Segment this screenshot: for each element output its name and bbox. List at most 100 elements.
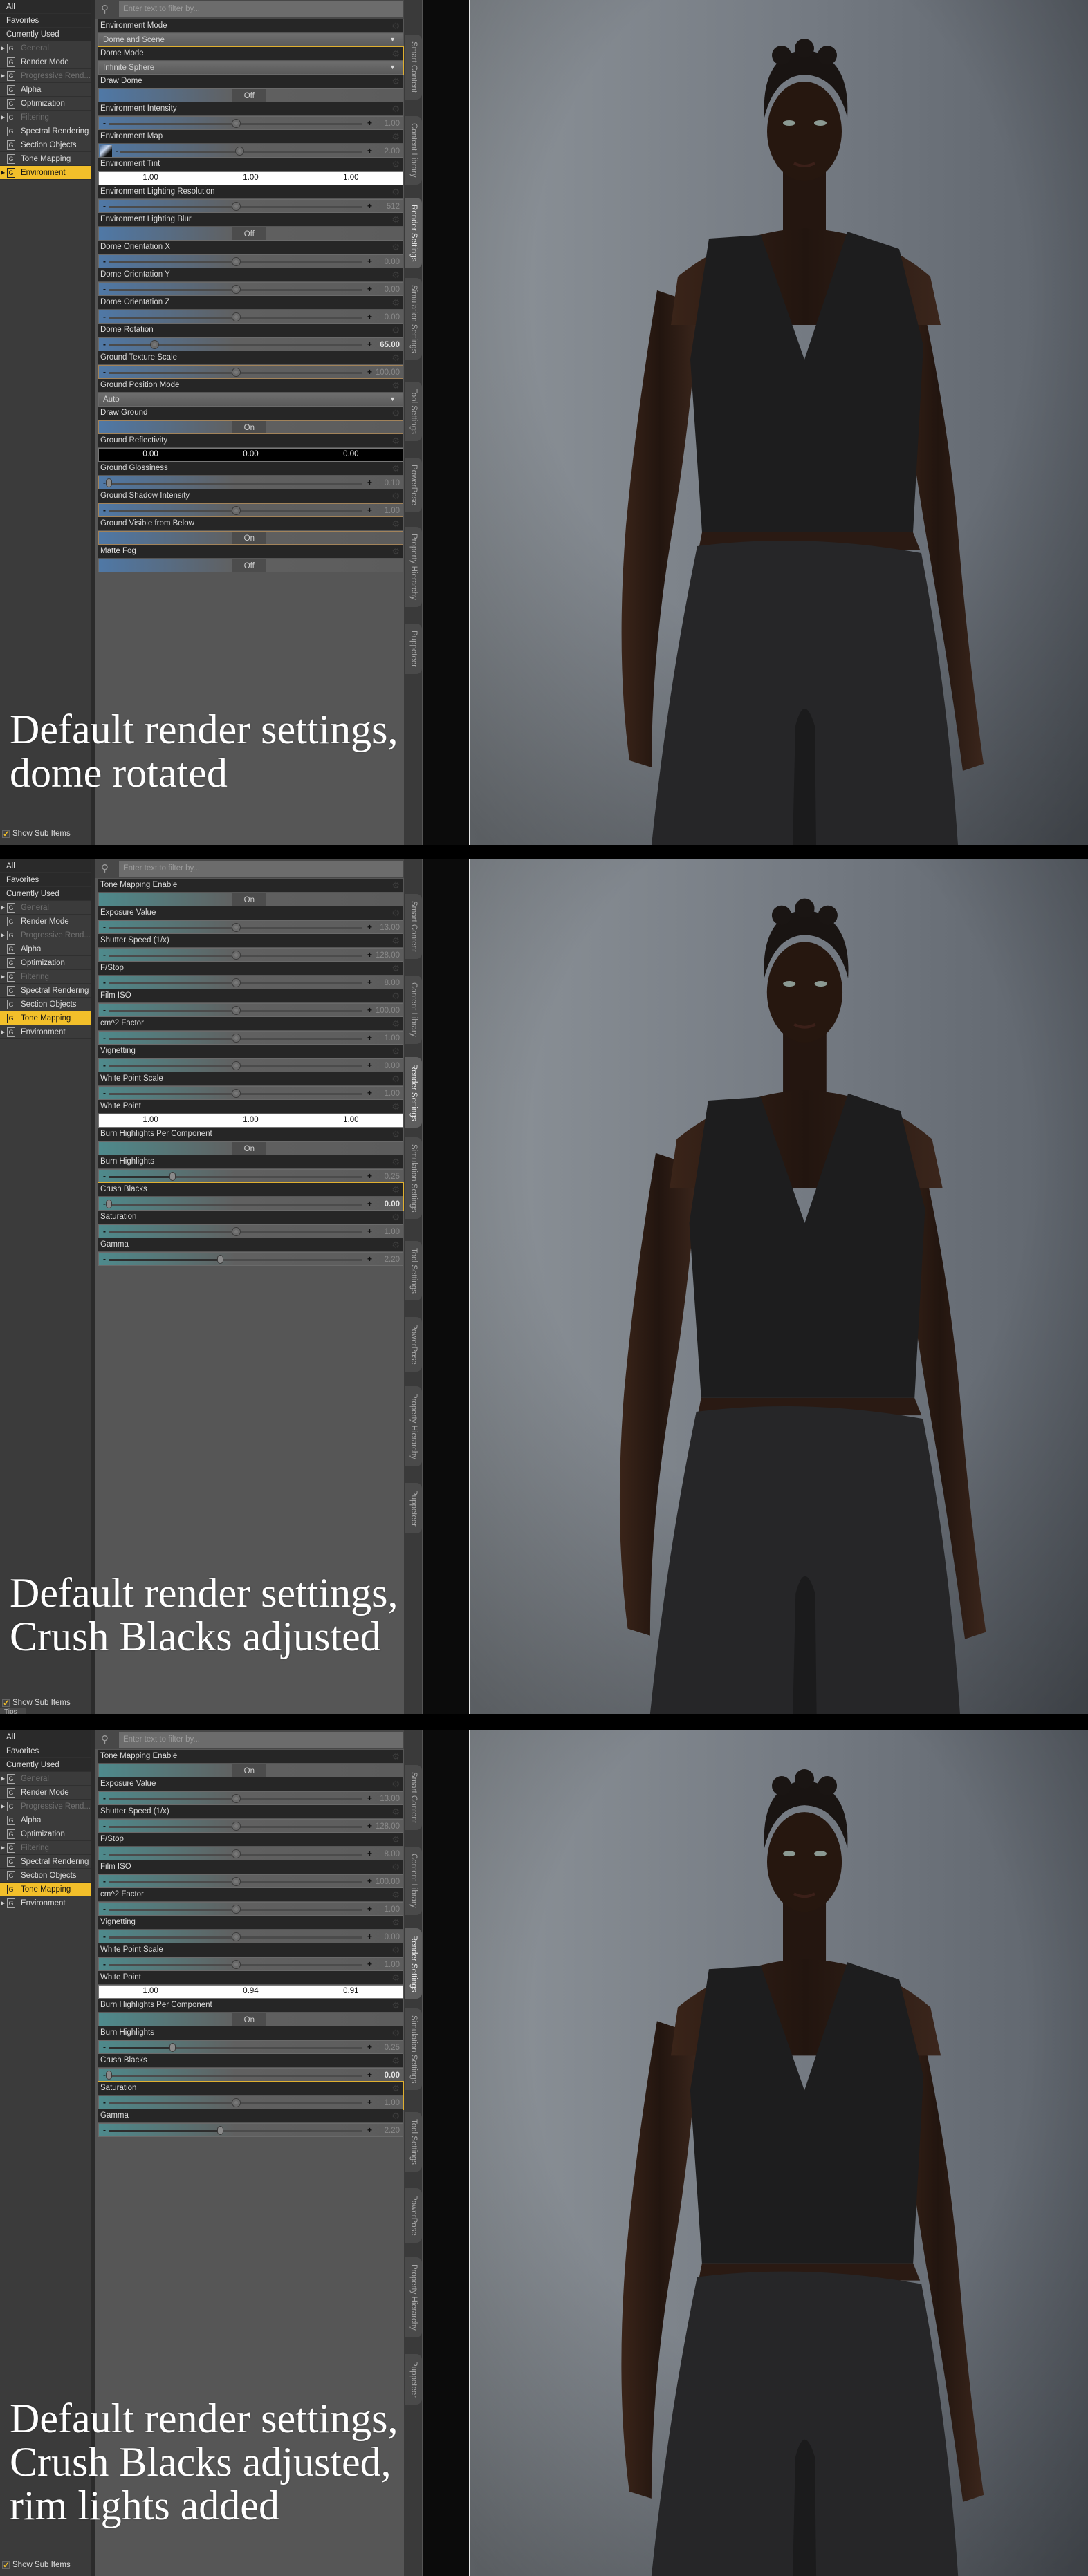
increment-icon[interactable]: + [367, 256, 372, 266]
slider-handle[interactable] [231, 202, 241, 211]
slider[interactable]: - + 1.00 [98, 1902, 403, 1916]
slider-handle[interactable] [231, 1877, 241, 1886]
slider-handle[interactable] [231, 1822, 241, 1831]
slider-handle[interactable] [231, 978, 241, 987]
gear-icon[interactable]: ⚙ [391, 519, 400, 529]
category-render-mode[interactable]: G Render Mode [0, 55, 91, 69]
gear-icon[interactable]: ⚙ [391, 1862, 400, 1872]
slider-handle[interactable] [169, 2043, 176, 2052]
slider-handle[interactable] [217, 1255, 224, 1264]
category-alpha[interactable]: G Alpha [0, 1813, 91, 1827]
gear-icon[interactable]: ⚙ [391, 1184, 400, 1195]
slider-value[interactable]: 65.00 [380, 339, 400, 351]
decrement-icon[interactable]: - [103, 1904, 106, 1914]
decrement-icon[interactable]: - [103, 1088, 106, 1098]
color-field[interactable]: 1.00 0.94 0.91 [98, 1985, 403, 1999]
slider-value[interactable]: 0.00 [385, 1199, 400, 1210]
slider-value[interactable]: 2.20 [385, 1254, 400, 1265]
tab-smart-content[interactable]: Smart Content [405, 35, 422, 100]
slider-value[interactable]: 100.00 [376, 1005, 400, 1016]
color-channel-value[interactable]: 0.00 [330, 450, 371, 458]
slider-value[interactable]: 0.25 [385, 2042, 400, 2053]
slider[interactable]: - + 2.20 [98, 2123, 403, 2137]
category-spectral-rendering[interactable]: G Spectral Rendering [0, 984, 91, 998]
category-optimization[interactable]: G Optimization [0, 1827, 91, 1841]
increment-icon[interactable]: + [367, 1932, 372, 1941]
decrement-icon[interactable]: - [103, 1849, 106, 1858]
category-optimization[interactable]: G Optimization [0, 97, 91, 111]
slider-value[interactable]: 8.00 [385, 1849, 400, 1860]
category-section-objects[interactable]: G Section Objects [0, 1869, 91, 1883]
dropdown[interactable]: Dome and Scene ▼ [98, 33, 403, 47]
increment-icon[interactable]: + [367, 2042, 372, 2052]
slider[interactable]: - + 0.00 [98, 282, 403, 296]
decrement-icon[interactable]: - [103, 1959, 106, 1969]
slider-handle[interactable] [231, 506, 241, 515]
gear-icon[interactable]: ⚙ [391, 214, 400, 225]
gear-icon[interactable]: ⚙ [391, 1807, 400, 1817]
tab-puppeteer[interactable]: Puppeteer [405, 2354, 422, 2405]
gear-icon[interactable]: ⚙ [391, 104, 400, 114]
increment-icon[interactable]: + [367, 1254, 372, 1264]
increment-icon[interactable]: + [367, 1793, 372, 1803]
category-all[interactable]: All [0, 0, 91, 14]
increment-icon[interactable]: + [367, 284, 372, 294]
decrement-icon[interactable]: - [103, 505, 106, 515]
gear-icon[interactable]: ⚙ [391, 1157, 400, 1167]
slider-handle[interactable] [231, 1034, 241, 1043]
category-currently-used[interactable]: Currently Used [0, 28, 91, 41]
category-progressive-rend[interactable]: ▶ G Progressive Rend... [0, 69, 91, 83]
decrement-icon[interactable]: - [103, 1061, 106, 1070]
expand-arrow-icon[interactable]: ▶ [1, 166, 5, 179]
increment-icon[interactable]: + [367, 922, 372, 932]
slider-value[interactable]: 0.00 [385, 2070, 400, 2081]
decrement-icon[interactable]: - [103, 950, 106, 960]
gear-icon[interactable]: ⚙ [391, 48, 400, 59]
category-environment[interactable]: ▶ G Environment [0, 1025, 91, 1039]
category-spectral-rendering[interactable]: G Spectral Rendering [0, 1855, 91, 1869]
tab-content-library[interactable]: Content Library [405, 1847, 422, 1915]
gear-icon[interactable]: ⚙ [391, 159, 400, 169]
slider[interactable]: - + 0.00 [98, 254, 403, 268]
category-tone-mapping[interactable]: G Tone Mapping [0, 1883, 91, 1896]
slider[interactable]: - + 1.00 [98, 2096, 403, 2109]
filter-input[interactable]: Enter text to filter by... [119, 1, 403, 17]
color-channel-value[interactable]: 1.00 [130, 1116, 172, 1124]
show-sub-items-checkbox[interactable]: ✓ Show Sub Items [2, 2561, 71, 2569]
decrement-icon[interactable]: - [103, 922, 106, 932]
decrement-icon[interactable]: - [103, 284, 106, 294]
slider-handle[interactable] [231, 2098, 241, 2107]
tab-render-settings[interactable]: Render Settings [405, 1928, 422, 1999]
slider-value[interactable]: 1.00 [385, 1226, 400, 1238]
decrement-icon[interactable]: - [103, 312, 106, 321]
gear-icon[interactable]: ⚙ [391, 380, 400, 391]
slider-handle[interactable] [106, 478, 112, 487]
increment-icon[interactable]: + [367, 2098, 372, 2107]
category-environment[interactable]: ▶ G Environment [0, 166, 91, 180]
slider-value[interactable]: 1.00 [385, 1088, 400, 1099]
slider-handle[interactable] [217, 2126, 224, 2135]
toggle[interactable]: Off [98, 88, 403, 102]
color-channel-value[interactable]: 1.00 [230, 174, 272, 182]
gear-icon[interactable]: ⚙ [391, 1945, 400, 1955]
toggle[interactable]: On [98, 1141, 403, 1155]
slider-track[interactable] [109, 344, 362, 346]
increment-icon[interactable]: + [367, 478, 372, 487]
color-channel-value[interactable]: 1.00 [330, 1116, 371, 1124]
slider-value[interactable]: 2.20 [385, 2125, 400, 2136]
increment-icon[interactable]: + [367, 367, 372, 377]
gear-icon[interactable]: ⚙ [391, 1779, 400, 1789]
category-filtering[interactable]: ▶ G Filtering [0, 111, 91, 124]
slider[interactable]: - + 65.00 [98, 337, 403, 351]
gear-icon[interactable]: ⚙ [391, 436, 400, 446]
show-sub-items-checkbox[interactable]: ✓ Show Sub Items [2, 830, 71, 838]
search-icon[interactable]: ⚲ [101, 862, 115, 875]
slider[interactable]: - + 0.25 [98, 1169, 403, 1183]
slider-handle[interactable] [234, 147, 244, 156]
slider-value[interactable]: 1.00 [385, 505, 400, 516]
color-channel-value[interactable]: 0.91 [330, 1987, 371, 1995]
slider[interactable]: - + 100.00 [98, 1003, 403, 1017]
slider-value[interactable]: 13.00 [380, 1793, 400, 1804]
slider-handle[interactable] [231, 119, 241, 128]
gear-icon[interactable]: ⚙ [391, 1972, 400, 1983]
